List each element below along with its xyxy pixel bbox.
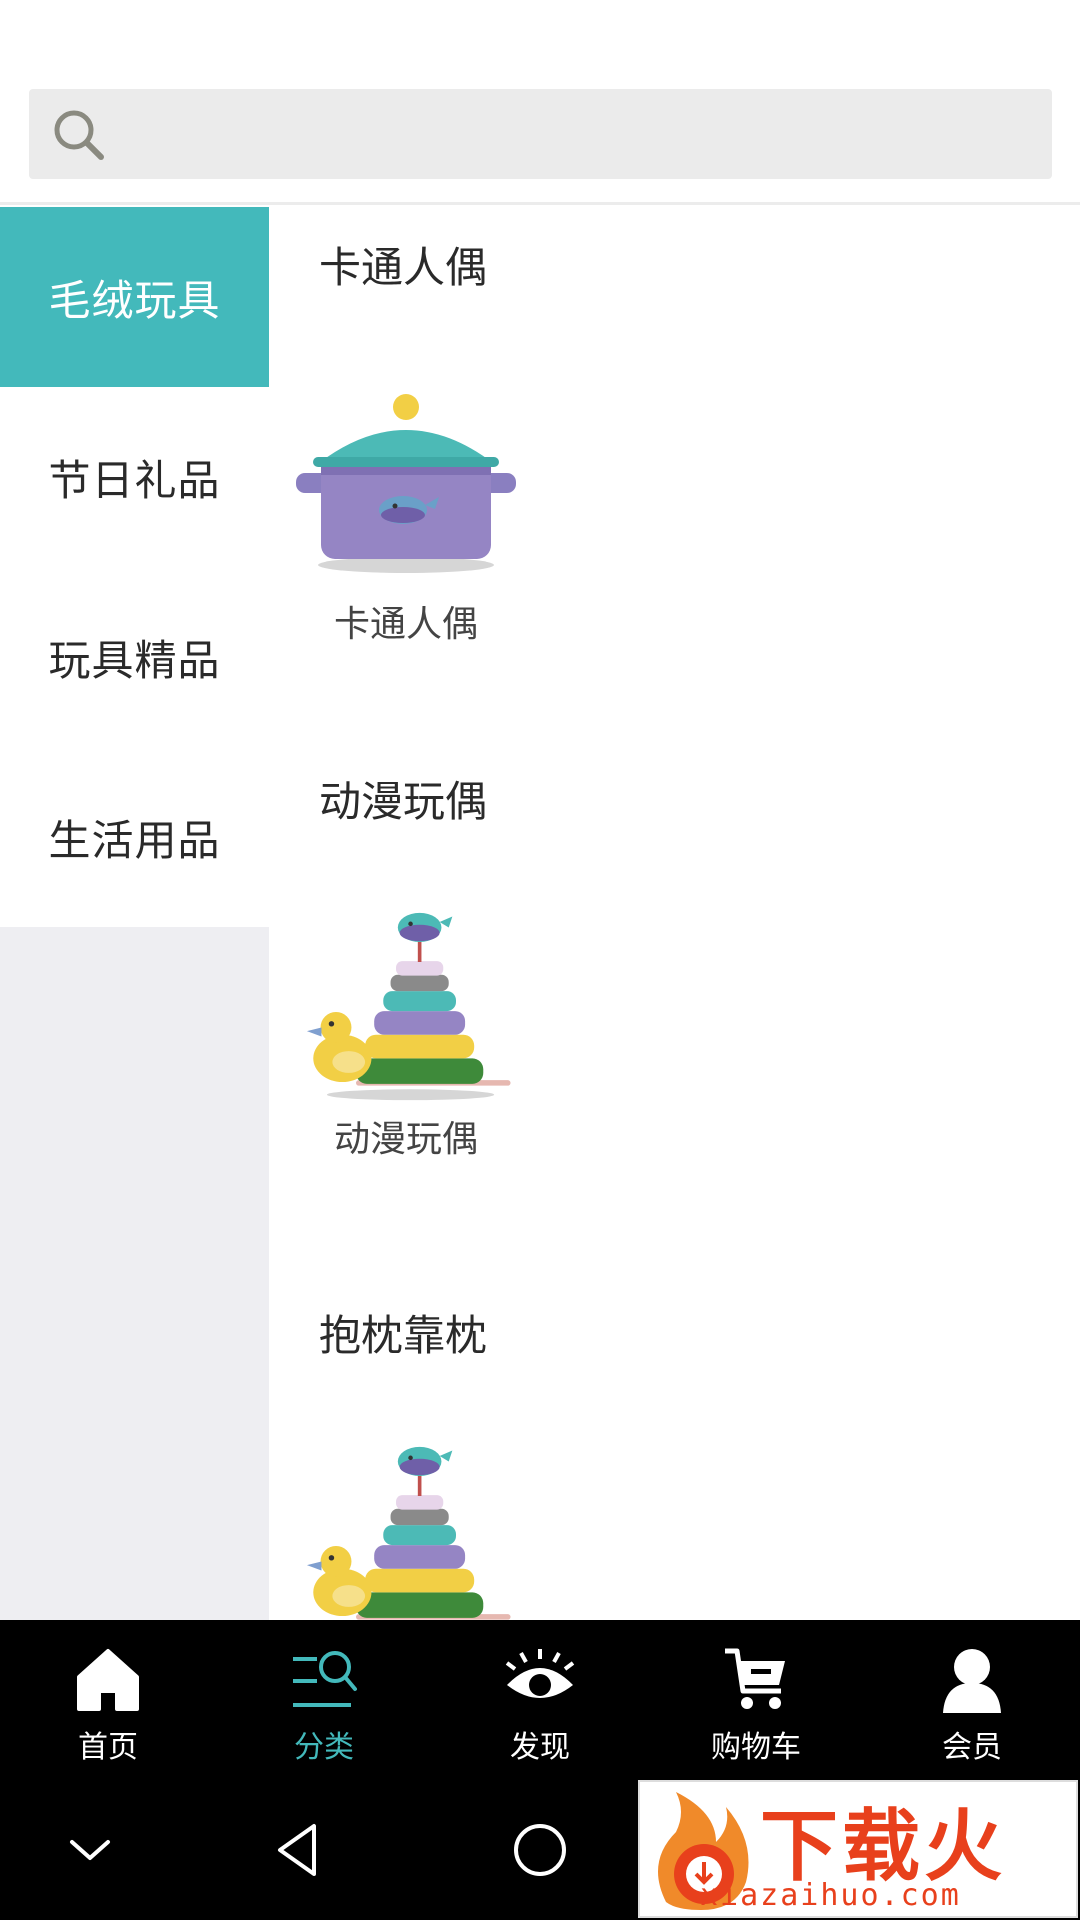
bottom-tab-bar: 首页 分类 发现 购物车 会员 — [0, 1620, 1080, 1778]
sidebar-item-label: 生活用品 — [48, 815, 221, 865]
section-title: 卡通人偶 — [319, 243, 488, 292]
eye-icon — [505, 1649, 575, 1698]
tab-home[interactable]: 首页 — [0, 1620, 216, 1778]
tab-label: 首页 — [78, 1730, 138, 1765]
home-icon — [77, 1649, 139, 1711]
sidebar-item-holiday-gifts[interactable]: 节日礼品 — [0, 387, 269, 567]
tab-label: 购物车 — [711, 1730, 801, 1765]
product-card[interactable]: 卡通人偶 — [291, 387, 521, 647]
tab-cart[interactable]: 购物车 — [648, 1620, 864, 1778]
product-card[interactable] — [291, 1436, 521, 1620]
back-icon[interactable] — [268, 1818, 332, 1882]
tab-member[interactable]: 会员 — [864, 1620, 1080, 1778]
search-input[interactable] — [29, 89, 1052, 179]
search-icon — [54, 110, 104, 160]
chevron-down-icon[interactable] — [58, 1818, 122, 1882]
sidebar-item-premium-toys[interactable]: 玩具精品 — [0, 567, 269, 747]
section-title: 动漫玩偶 — [319, 777, 488, 826]
category-search-icon — [293, 1651, 357, 1707]
sidebar-item-plush-toys[interactable]: 毛绒玩具 — [0, 207, 269, 387]
tab-label: 发现 — [510, 1730, 570, 1765]
product-card[interactable]: 动漫玩偶 — [291, 902, 521, 1162]
sidebar-item-daily-goods[interactable]: 生活用品 — [0, 747, 269, 927]
sidebar-item-label: 节日礼品 — [48, 455, 221, 505]
tab-category[interactable]: 分类 — [216, 1620, 432, 1778]
cart-icon — [725, 1648, 785, 1709]
tab-discover[interactable]: 发现 — [432, 1620, 648, 1778]
home-circle-icon[interactable] — [508, 1818, 572, 1882]
pot-icon — [296, 394, 516, 573]
ring-stack-duck-icon — [306, 1446, 511, 1620]
section-title: 抱枕靠枕 — [319, 1311, 488, 1360]
ring-stack-duck-icon — [306, 912, 511, 1101]
watermark-logo: 下载火 xiazaihuo.com — [638, 1780, 1078, 1918]
product-label: 卡通人偶 — [333, 604, 478, 645]
tab-label: 会员 — [942, 1730, 1002, 1765]
sidebar-item-label: 玩具精品 — [48, 635, 221, 685]
product-label: 动漫玩偶 — [333, 1119, 478, 1160]
watermark-url: xiazaihuo.com — [700, 1878, 961, 1913]
user-icon — [943, 1649, 1001, 1713]
search-header — [0, 0, 1080, 205]
sidebar-item-label: 毛绒玩具 — [48, 275, 221, 325]
category-content: 卡通人偶 卡通人偶 动漫玩偶 动漫玩偶 抱枕靠枕 — [269, 207, 1080, 1620]
tab-label: 分类 — [294, 1730, 354, 1765]
category-sidebar: 毛绒玩具 节日礼品 玩具精品 生活用品 — [0, 207, 269, 1620]
